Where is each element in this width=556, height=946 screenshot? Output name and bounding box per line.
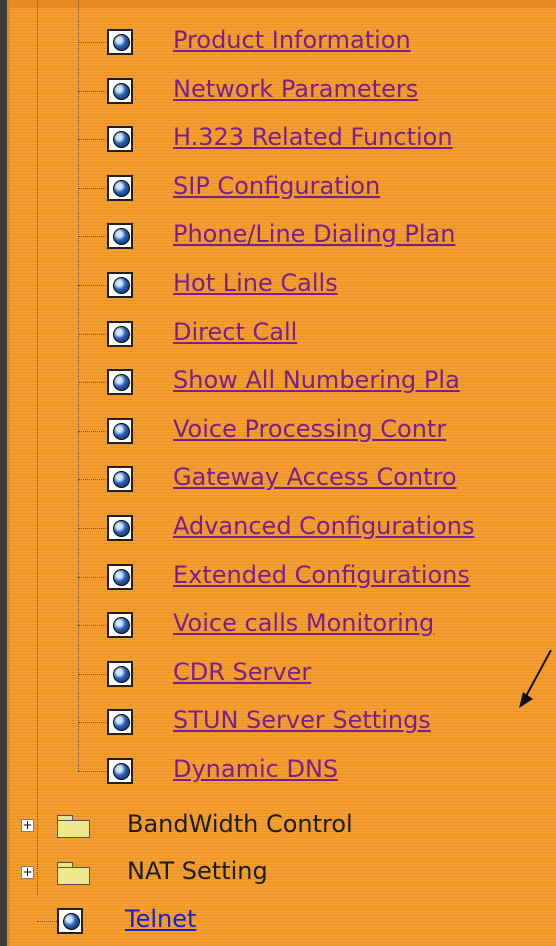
top-border bbox=[0, 0, 556, 8]
left-border bbox=[0, 0, 7, 946]
arrow-icon bbox=[519, 650, 552, 708]
page-globe-icon bbox=[57, 908, 83, 934]
page-globe-icon bbox=[107, 417, 133, 444]
expand-plus-icon[interactable]: + bbox=[21, 866, 34, 879]
tree-connector bbox=[78, 285, 106, 286]
tree-connector bbox=[78, 333, 106, 335]
globe-icon bbox=[63, 913, 80, 930]
tree-link-item[interactable]: Gateway Access Contro bbox=[173, 463, 457, 491]
folder-icon[interactable] bbox=[56, 815, 90, 838]
globe-icon bbox=[113, 374, 130, 392]
tree-guide-line bbox=[37, 0, 38, 895]
page-globe-icon bbox=[107, 77, 133, 104]
tree-link-item[interactable]: H.323 Related Function bbox=[173, 123, 453, 151]
page-globe-icon bbox=[107, 515, 133, 541]
page-globe-icon bbox=[107, 612, 133, 639]
globe-icon bbox=[113, 714, 130, 732]
globe-icon bbox=[113, 277, 130, 294]
globe-icon bbox=[113, 763, 130, 780]
globe-icon bbox=[113, 665, 130, 683]
tree-connector bbox=[78, 771, 106, 772]
page-globe-icon bbox=[107, 223, 133, 250]
globe-icon bbox=[113, 422, 130, 440]
expand-plus-icon[interactable]: + bbox=[21, 819, 34, 832]
tree-link-item[interactable]: Dynamic DNS bbox=[173, 755, 338, 783]
telnet-link[interactable]: Telnet bbox=[125, 905, 196, 933]
tree-connector bbox=[78, 236, 106, 238]
tree-connector bbox=[78, 139, 106, 141]
page-globe-icon bbox=[107, 466, 133, 493]
page-globe-icon bbox=[107, 320, 133, 347]
page-globe-icon bbox=[107, 563, 133, 590]
page-globe-icon bbox=[107, 272, 133, 298]
config-tree: Product Information Network Parameters H.3… bbox=[0, 0, 556, 946]
tree-link-item[interactable]: Product Information bbox=[173, 26, 411, 54]
tree-link-item[interactable]: CDR Server bbox=[173, 658, 311, 686]
page-globe-icon bbox=[107, 758, 133, 784]
tree-link-item[interactable]: SIP Configuration bbox=[173, 172, 380, 200]
folder-body bbox=[57, 867, 90, 885]
globe-icon bbox=[113, 228, 130, 246]
tree-connector bbox=[78, 722, 106, 724]
globe-icon bbox=[113, 617, 130, 635]
page-globe-icon bbox=[107, 29, 133, 55]
globe-icon bbox=[113, 520, 130, 537]
tree-link-item[interactable]: Show All Numbering Pla bbox=[173, 366, 460, 394]
left-border-inner bbox=[7, 0, 10, 946]
globe-icon bbox=[113, 568, 130, 586]
tree-link-item[interactable]: Direct Call bbox=[173, 318, 297, 346]
tree-link-item[interactable]: Voice calls Monitoring bbox=[173, 609, 434, 637]
folder-icon[interactable] bbox=[56, 862, 90, 885]
tree-connector bbox=[37, 921, 57, 922]
globe-icon bbox=[113, 82, 130, 100]
tree-connector bbox=[78, 42, 106, 43]
globe-icon bbox=[113, 471, 130, 489]
page-globe-icon bbox=[107, 126, 133, 153]
globe-icon bbox=[113, 179, 130, 197]
tree-link-item[interactable]: STUN Server Settings bbox=[173, 706, 431, 734]
page-globe-icon bbox=[107, 174, 133, 201]
tree-link-item[interactable]: Phone/Line Dialing Plan bbox=[173, 220, 455, 248]
tree-connector bbox=[78, 382, 106, 384]
tree-connector bbox=[78, 90, 106, 92]
globe-icon bbox=[113, 325, 130, 343]
tree-connector bbox=[78, 528, 106, 529]
folder-label[interactable]: BandWidth Control bbox=[127, 810, 353, 838]
page-globe-icon bbox=[107, 709, 133, 736]
page-globe-icon bbox=[107, 660, 133, 687]
tree-connector bbox=[78, 673, 106, 675]
globe-icon bbox=[113, 34, 130, 51]
tree-link-item[interactable]: Advanced Configurations bbox=[173, 512, 474, 540]
tree-link-item[interactable]: Hot Line Calls bbox=[173, 269, 338, 297]
tree-link-item[interactable]: Voice Processing Contr bbox=[173, 415, 446, 443]
tree-connector bbox=[78, 430, 106, 432]
tree-link-item[interactable]: Extended Configurations bbox=[173, 561, 470, 589]
tree-connector bbox=[78, 479, 106, 481]
page-globe-icon bbox=[107, 369, 133, 396]
tree-connector bbox=[78, 576, 106, 578]
globe-icon bbox=[113, 131, 130, 149]
tree-connector bbox=[78, 187, 106, 189]
tree-link-item[interactable]: Network Parameters bbox=[173, 75, 418, 103]
subtree-guide-line bbox=[78, 0, 79, 771]
folder-label[interactable]: NAT Setting bbox=[127, 857, 268, 885]
tree-connector bbox=[78, 625, 106, 627]
folder-body bbox=[57, 820, 90, 838]
